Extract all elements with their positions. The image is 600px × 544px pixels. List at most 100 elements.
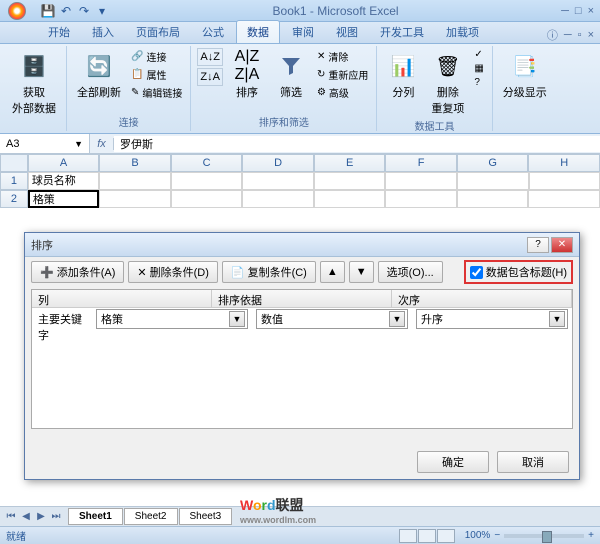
help-icon[interactable]: ⓘ: [547, 27, 558, 43]
consolidate-button[interactable]: ▦: [472, 62, 485, 75]
cell[interactable]: [171, 190, 243, 208]
dropdown-arrow-icon[interactable]: ▼: [229, 311, 245, 327]
cell[interactable]: [314, 190, 386, 208]
col-header[interactable]: D: [242, 154, 314, 172]
zoom-slider[interactable]: [504, 534, 584, 538]
sheet-tab[interactable]: Sheet1: [68, 508, 123, 525]
move-up-button[interactable]: ▲: [320, 261, 345, 283]
has-header-checkbox[interactable]: [470, 266, 483, 279]
normal-view-button[interactable]: [399, 529, 417, 543]
sheet-tab[interactable]: Sheet2: [124, 508, 178, 525]
outline-button[interactable]: 📑分级显示: [499, 48, 551, 102]
dialog-help-button[interactable]: ?: [527, 237, 549, 253]
copy-level-button[interactable]: 📄复制条件(C): [222, 261, 316, 283]
tab-review[interactable]: 审阅: [282, 21, 324, 43]
cell[interactable]: [528, 190, 600, 208]
edit-links-button[interactable]: ✎编辑链接: [129, 84, 184, 101]
zoom-in-button[interactable]: +: [588, 530, 594, 541]
order-combo[interactable]: 升序▼: [416, 309, 568, 329]
move-down-button[interactable]: ▼: [349, 261, 374, 283]
col-header[interactable]: E: [314, 154, 386, 172]
next-sheet-button[interactable]: ▶: [34, 511, 48, 522]
formula-bar[interactable]: 罗伊斯: [114, 136, 600, 152]
filter-button[interactable]: 筛选: [271, 48, 311, 102]
remove-duplicates-button[interactable]: 🗑删除 重复项: [427, 48, 468, 118]
sort-button[interactable]: A|ZZ|A 排序: [227, 48, 267, 102]
zoom-level[interactable]: 100%: [465, 530, 491, 541]
namebox-dropdown-icon[interactable]: ▼: [74, 139, 83, 149]
properties-button[interactable]: 📋属性: [129, 66, 184, 83]
cancel-button[interactable]: 取消: [497, 451, 569, 473]
col-header[interactable]: B: [99, 154, 171, 172]
reapply-button[interactable]: ↻重新应用: [315, 66, 370, 83]
sorton-combo[interactable]: 数值▼: [256, 309, 408, 329]
clear-filter-button[interactable]: ✕清除: [315, 48, 370, 65]
select-all-corner[interactable]: [0, 154, 28, 172]
ok-button[interactable]: 确定: [417, 451, 489, 473]
cell[interactable]: [457, 190, 529, 208]
dropdown-arrow-icon[interactable]: ▼: [549, 311, 565, 327]
worksheet-grid[interactable]: A B C D E F G H 1 球员名称 2 格策: [0, 154, 600, 210]
cell[interactable]: [242, 172, 314, 190]
maximize-button[interactable]: □: [575, 5, 582, 17]
col-header[interactable]: C: [171, 154, 243, 172]
cell[interactable]: [171, 172, 243, 190]
close-button[interactable]: ×: [588, 5, 594, 17]
options-button[interactable]: 选项(O)...: [378, 261, 443, 283]
tab-view[interactable]: 视图: [326, 21, 368, 43]
zoom-out-button[interactable]: −: [494, 530, 500, 541]
col-header[interactable]: F: [385, 154, 457, 172]
office-button[interactable]: [0, 0, 34, 22]
dialog-titlebar[interactable]: 排序 ? ✕: [25, 233, 579, 257]
get-external-data-button[interactable]: 🗄️ 获取 外部数据: [8, 48, 60, 118]
cell[interactable]: [529, 172, 600, 190]
col-header[interactable]: G: [457, 154, 529, 172]
redo-icon[interactable]: ↷: [76, 3, 92, 19]
add-level-button[interactable]: ➕添加条件(A): [31, 261, 124, 283]
cell[interactable]: [242, 190, 314, 208]
undo-icon[interactable]: ↶: [58, 3, 74, 19]
cell[interactable]: [457, 172, 529, 190]
data-validation-button[interactable]: ✓: [472, 48, 485, 61]
cell[interactable]: [385, 172, 457, 190]
tab-data[interactable]: 数据: [236, 20, 280, 43]
prev-sheet-button[interactable]: ◀: [19, 511, 33, 522]
tab-pagelayout[interactable]: 页面布局: [126, 21, 190, 43]
cell[interactable]: [99, 172, 171, 190]
pagelayout-view-button[interactable]: [418, 529, 436, 543]
cell[interactable]: 球员名称: [28, 172, 100, 190]
col-header[interactable]: H: [528, 154, 600, 172]
ribbon-minimize-icon[interactable]: ─: [564, 29, 572, 41]
col-header[interactable]: A: [28, 154, 100, 172]
cell-selected[interactable]: 格策: [28, 190, 100, 208]
whatif-button[interactable]: ?: [472, 76, 485, 89]
fx-button[interactable]: fx: [90, 138, 114, 150]
tab-developer[interactable]: 开发工具: [370, 21, 434, 43]
tab-home[interactable]: 开始: [38, 21, 80, 43]
has-header-label[interactable]: 数据包含标题(H): [486, 264, 567, 280]
column-combo[interactable]: 格策▼: [96, 309, 248, 329]
save-icon[interactable]: 💾: [40, 3, 56, 19]
dialog-close-button[interactable]: ✕: [551, 237, 573, 253]
cell[interactable]: [314, 172, 386, 190]
cell[interactable]: [99, 190, 171, 208]
dropdown-arrow-icon[interactable]: ▼: [389, 311, 405, 327]
sheet-tab[interactable]: Sheet3: [179, 508, 233, 525]
ribbon-restore-icon[interactable]: ▫: [578, 29, 582, 41]
delete-level-button[interactable]: ✕删除条件(D): [128, 261, 218, 283]
name-box[interactable]: A3▼: [0, 134, 90, 153]
last-sheet-button[interactable]: ⏭: [49, 511, 63, 522]
qat-dropdown-icon[interactable]: ▾: [94, 3, 110, 19]
ribbon-close-icon[interactable]: ×: [588, 29, 594, 41]
advanced-filter-button[interactable]: ⚙高级: [315, 84, 370, 101]
minimize-button[interactable]: ─: [561, 5, 569, 17]
tab-formulas[interactable]: 公式: [192, 21, 234, 43]
row-header[interactable]: 2: [0, 190, 28, 208]
sort-asc-button[interactable]: A↓Z: [197, 48, 223, 66]
row-header[interactable]: 1: [0, 172, 28, 190]
tab-insert[interactable]: 插入: [82, 21, 124, 43]
text-to-columns-button[interactable]: 📊分列: [383, 48, 423, 102]
refresh-all-button[interactable]: 🔄 全部刷新: [73, 48, 125, 102]
pagebreak-view-button[interactable]: [437, 529, 455, 543]
first-sheet-button[interactable]: ⏮: [4, 511, 18, 522]
